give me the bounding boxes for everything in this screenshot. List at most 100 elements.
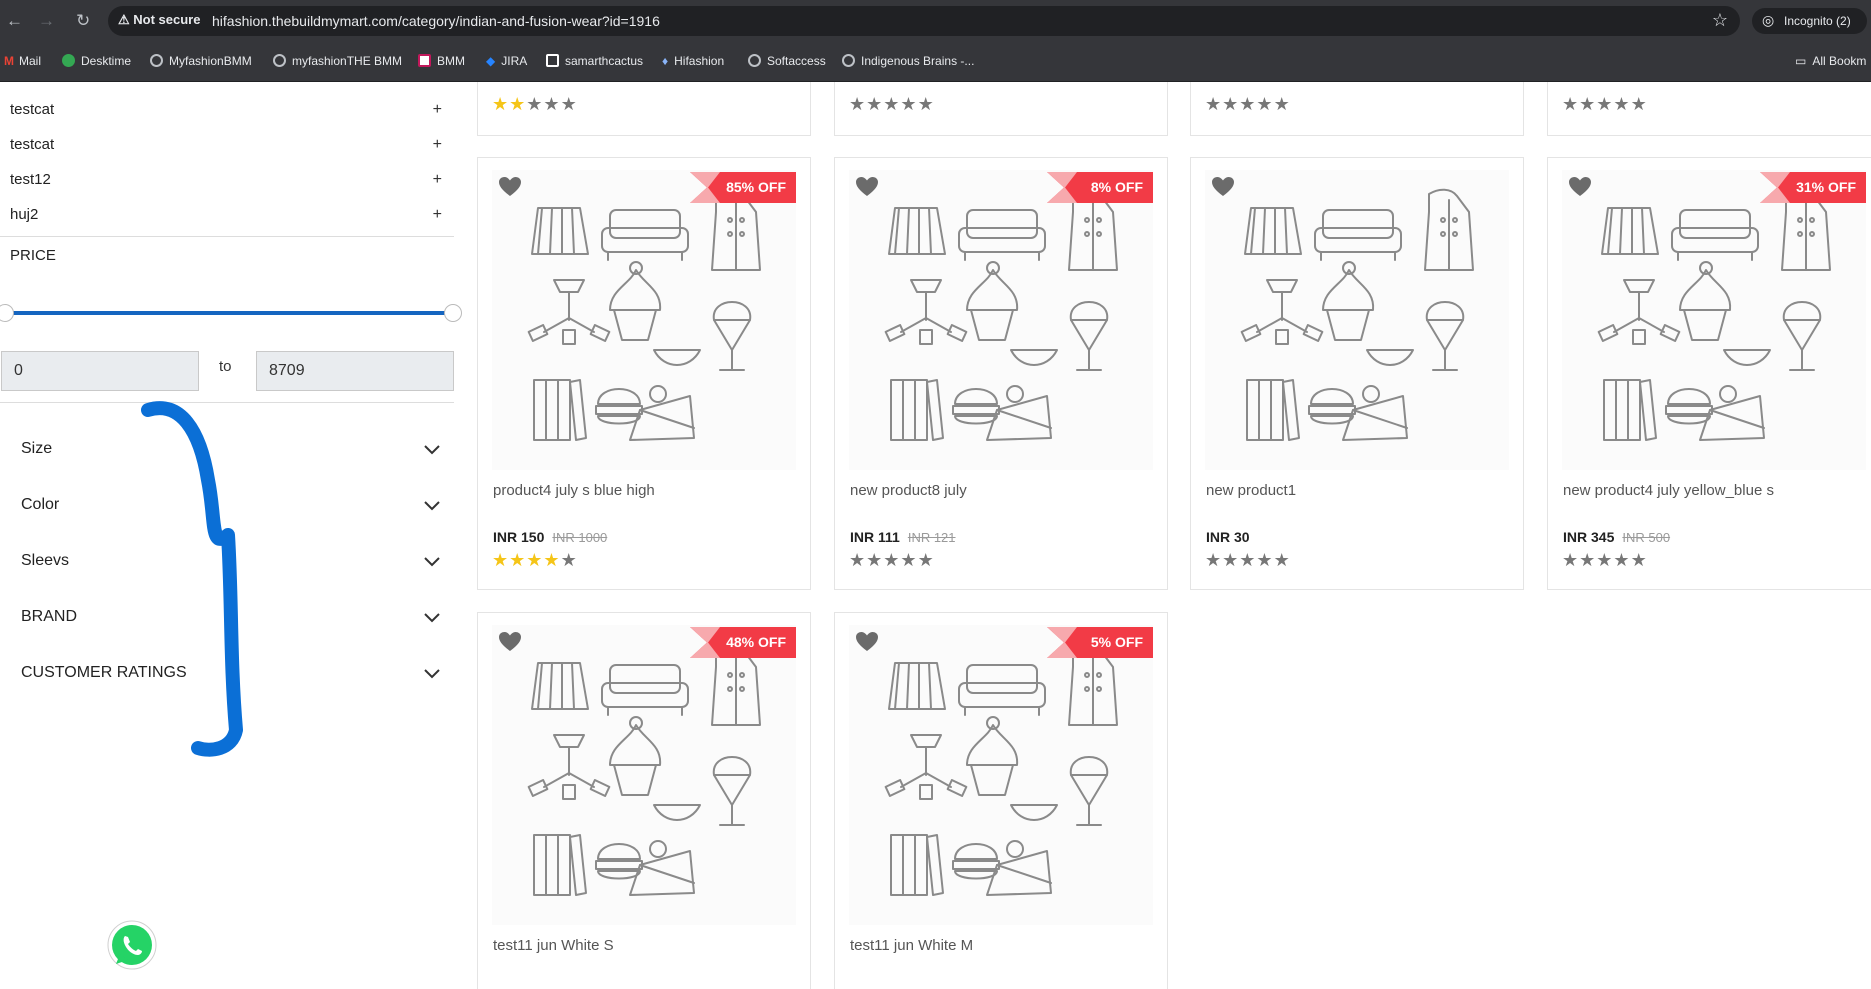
bookmark-label: myfashionTHE BMM (292, 54, 403, 68)
product-card[interactable]: new product1 INR 30 ★★★★★ (1190, 157, 1524, 590)
product-name[interactable]: test11 jun White S (493, 937, 614, 954)
price-slider-max-handle[interactable] (444, 304, 462, 322)
bookmark-all-bookmarks[interactable]: ▭ All Bookm (1795, 54, 1866, 68)
bookmark-mail[interactable]: M Mail (4, 54, 41, 68)
product-name[interactable]: new product4 july yellow_blue s (1563, 482, 1774, 499)
product-image[interactable] (1205, 170, 1509, 470)
star-icon: ★ (1579, 550, 1597, 570)
bookmark-label: Indigenous Brains -... (861, 54, 975, 68)
product-card-partial[interactable]: ★★★★★ (477, 82, 811, 136)
star-icon: ★ (1630, 550, 1648, 570)
product-card[interactable]: test11 jun White S 48% OFF (477, 612, 811, 989)
category-label: testcat (10, 101, 55, 118)
product-card[interactable]: product4 july s blue high INR 150 INR 1000… (477, 157, 811, 590)
bookmark-hifashion[interactable]: ♦ Hifashion (662, 54, 724, 68)
product-name[interactable]: product4 july s blue high (493, 482, 655, 499)
star-icon: ★ (849, 94, 867, 114)
wishlist-heart-icon[interactable] (855, 631, 879, 653)
rating-stars: ★★★★★ (1562, 94, 1648, 115)
product-image[interactable] (1562, 170, 1866, 470)
star-icon: ★ (1596, 550, 1614, 570)
product-card[interactable]: new product4 july yellow_blue s INR 345 IN… (1547, 157, 1871, 590)
product-price (493, 984, 501, 989)
url-text[interactable]: hifashion.thebuildmymart.com/category/in… (212, 13, 660, 29)
original-price: INR 121 (907, 530, 956, 545)
bookmark-label: Mail (19, 54, 42, 68)
product-card-partial[interactable]: ★★★★★ (1190, 82, 1524, 136)
category-item[interactable]: testcat + (10, 136, 450, 166)
category-item[interactable]: test12 + (10, 171, 450, 201)
whatsapp-icon[interactable] (104, 918, 160, 974)
price-max-input[interactable] (256, 351, 454, 391)
product-name[interactable]: test11 jun White M (850, 937, 973, 954)
bookmark-myfashion-the-bmm[interactable]: myfashionTHE BMM (273, 54, 402, 68)
star-icon: ★ (509, 94, 527, 114)
product-image[interactable] (492, 170, 796, 470)
rating-stars: ★★★★★ (1205, 94, 1291, 115)
product-card[interactable]: new product8 july INR 111 INR 121 ★★★★★ 8% O… (834, 157, 1168, 590)
not-secure-indicator[interactable]: ⚠ Not secure (118, 12, 200, 28)
bookmark-samarthcactus[interactable]: samarthcactus (546, 54, 643, 68)
product-price: INR 150 INR 1000 (493, 529, 607, 545)
category-item[interactable]: huj2 + (10, 206, 450, 236)
bookmark-myfashionbmm[interactable]: MyfashionBMM (150, 54, 252, 68)
incognito-badge[interactable]: ◎ Incognito (2) (1752, 8, 1867, 34)
back-icon[interactable]: ← (6, 11, 23, 31)
star-icon: ★ (1222, 550, 1240, 570)
star-icon: ★ (1630, 94, 1648, 114)
expand-plus-icon[interactable]: + (433, 206, 442, 224)
bookmark-indigenous-brains[interactable]: Indigenous Brains -... (842, 54, 974, 68)
product-name[interactable]: new product8 july (850, 482, 967, 499)
wishlist-heart-icon[interactable] (498, 176, 522, 198)
wishlist-heart-icon[interactable] (498, 631, 522, 653)
divider (0, 236, 454, 237)
star-icon: ★ (1596, 94, 1614, 114)
bookmark-star-icon[interactable]: ☆ (1712, 10, 1728, 31)
chevron-down-icon (424, 445, 440, 455)
forward-icon[interactable]: → (38, 11, 55, 31)
category-item[interactable]: testcat + (10, 101, 450, 131)
price-slider-min-handle[interactable] (0, 304, 14, 322)
product-card-partial[interactable]: ★★★★★ (834, 82, 1168, 136)
product-image[interactable] (492, 625, 796, 925)
price-slider-track[interactable] (8, 311, 450, 315)
star-icon: ★ (1256, 94, 1274, 114)
original-price: INR 500 (1622, 530, 1671, 545)
price-min-input[interactable] (1, 351, 199, 391)
product-name[interactable]: new product1 (1206, 482, 1296, 499)
current-price: INR 111 (850, 529, 900, 545)
bookmark-softaccess[interactable]: Softaccess (748, 54, 826, 68)
product-placeholder-image (527, 643, 761, 896)
bookmark-desktime[interactable]: Desktime (62, 54, 131, 68)
filter-label: BRAND (21, 608, 78, 625)
globe-icon (273, 54, 286, 67)
chevron-down-icon (424, 501, 440, 511)
price-to-label: to (219, 358, 232, 375)
address-bar[interactable]: ⚠ Not secure hifashion.thebuildmymart.co… (108, 6, 1740, 36)
product-image[interactable] (849, 170, 1153, 470)
star-icon: ★ (883, 550, 901, 570)
star-icon: ★ (917, 550, 935, 570)
product-card[interactable]: test11 jun White M 5% OFF (834, 612, 1168, 989)
wishlist-heart-icon[interactable] (1211, 176, 1235, 198)
bmm-icon (418, 54, 431, 67)
wishlist-heart-icon[interactable] (1568, 176, 1592, 198)
bookmark-label: Hifashion (674, 54, 725, 68)
expand-plus-icon[interactable]: + (433, 101, 442, 119)
bookmark-bmm[interactable]: BMM (418, 54, 465, 68)
expand-plus-icon[interactable]: + (433, 171, 442, 189)
star-icon: ★ (900, 550, 918, 570)
expand-plus-icon[interactable]: + (433, 136, 442, 154)
filter-label: Sleevs (21, 552, 70, 569)
current-price: INR 30 (1206, 529, 1250, 545)
star-icon: ★ (1273, 94, 1291, 114)
product-price: INR 345 INR 500 (1563, 529, 1670, 545)
star-icon: ★ (1613, 550, 1631, 570)
wishlist-heart-icon[interactable] (855, 176, 879, 198)
product-card-partial[interactable]: ★★★★★ (1547, 82, 1871, 136)
category-label: test12 (10, 171, 51, 188)
reload-icon[interactable]: ↻ (76, 11, 90, 31)
browser-toolbar: ← → ↻ ⚠ Not secure hifashion.thebuildmym… (0, 0, 1871, 42)
bookmark-jira[interactable]: ◆ JIRA (486, 54, 527, 68)
product-image[interactable] (849, 625, 1153, 925)
